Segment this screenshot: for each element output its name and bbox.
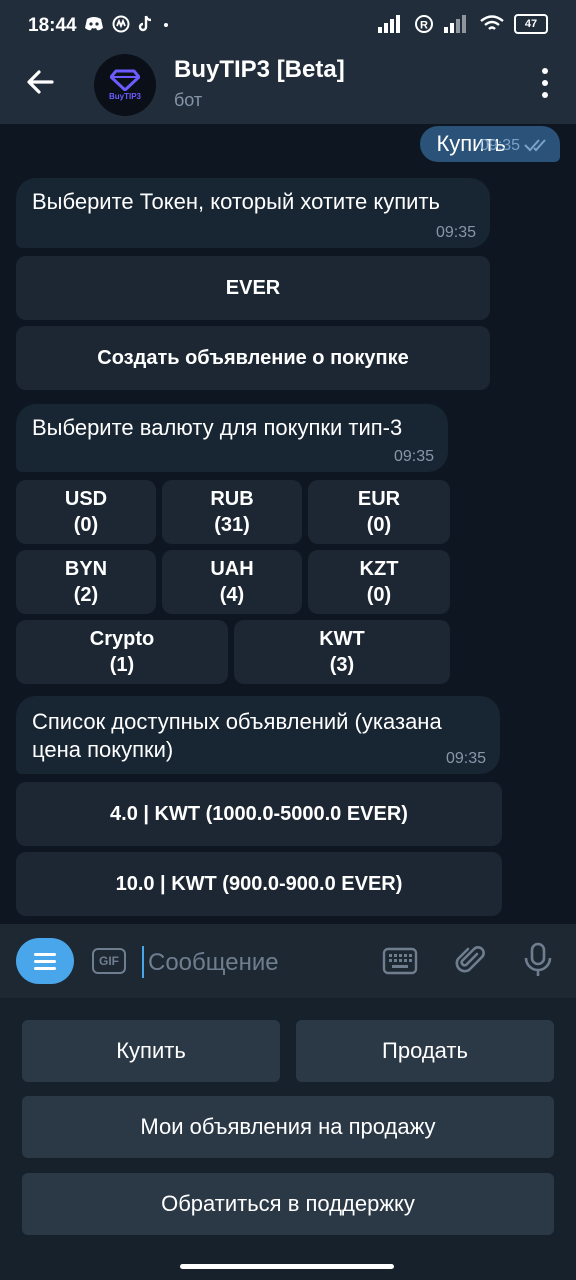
reply-button-my-sell-ads[interactable]: Мои объявления на продажу: [22, 1096, 554, 1158]
currency-code: RUB: [210, 488, 254, 510]
back-arrow-icon[interactable]: [22, 64, 58, 100]
microphone-icon[interactable]: [518, 940, 558, 980]
inline-button-currency-kwt[interactable]: KWT (3): [234, 620, 450, 684]
status-time: 18:44: [28, 15, 77, 36]
battery-icon: 47: [514, 14, 548, 34]
registered-icon: R: [415, 15, 433, 33]
attach-icon[interactable]: [452, 942, 488, 978]
wifi-icon: [480, 15, 504, 30]
inline-button-currency-rub[interactable]: RUB (31): [162, 480, 302, 544]
message-text: Выберите Токен, который хотите купить: [32, 189, 441, 214]
currency-count: (4): [219, 584, 245, 606]
more-menu-icon[interactable]: [540, 68, 550, 98]
double-check-icon: [524, 139, 546, 152]
message-time: 09:35: [445, 750, 486, 767]
inline-button-ever[interactable]: EVER: [16, 256, 490, 320]
reply-button-buy[interactable]: Купить: [22, 1020, 280, 1082]
message-input-bar: GIF: [0, 924, 576, 998]
diamond-logo-icon: [110, 69, 140, 91]
incoming-message[interactable]: Список доступных объявлений (указана цен…: [16, 696, 500, 774]
gif-icon[interactable]: GIF: [92, 948, 126, 974]
inline-button-currency-crypto[interactable]: Crypto (1): [16, 620, 228, 684]
currency-code: Crypto: [89, 628, 155, 650]
dot-icon: [164, 23, 168, 27]
currency-count: (2): [73, 584, 99, 606]
currency-count: (0): [366, 514, 392, 536]
status-notification-icons: [84, 15, 170, 33]
currency-code: KZT: [359, 558, 399, 580]
message-input[interactable]: [146, 942, 370, 984]
inline-button-currency-kzt[interactable]: KZT (0): [308, 550, 450, 614]
inline-button-currency-byn[interactable]: BYN (2): [16, 550, 156, 614]
avatar-logo-text: BuyTIP3: [108, 92, 141, 101]
incoming-message[interactable]: Выберите Токен, который хотите купить 09…: [16, 178, 490, 248]
inline-button-currency-uah[interactable]: UAH (4): [162, 550, 302, 614]
message-text: Список доступных объявлений (указана цен…: [32, 709, 442, 762]
tiktok-icon: [138, 15, 152, 32]
inline-button-currency-usd[interactable]: USD (0): [16, 480, 156, 544]
reply-button-support[interactable]: Обратиться в поддержку: [22, 1173, 554, 1235]
currency-count: (0): [73, 514, 99, 536]
inline-button-create-buy-ad[interactable]: Создать объявление о покупке: [16, 326, 490, 390]
avatar[interactable]: BuyTIP3: [94, 54, 156, 116]
incoming-message[interactable]: Выберите валюту для покупки тип-3 09:35: [16, 404, 448, 472]
currency-code: USD: [64, 488, 108, 510]
text-caret: [142, 946, 144, 978]
outgoing-message[interactable]: Купить 09:35: [420, 126, 560, 162]
message-time: 09:35: [393, 448, 434, 465]
currency-code: BYN: [64, 558, 108, 580]
currency-code: UAH: [210, 558, 254, 580]
inline-button-currency-eur[interactable]: EUR (0): [308, 480, 450, 544]
bot-menu-button[interactable]: [16, 938, 74, 984]
gesture-nav-bar[interactable]: [180, 1264, 394, 1269]
signal-icon: [378, 15, 400, 33]
keyboard-icon[interactable]: [382, 946, 418, 976]
top-bar: 18:44 R 47 BuyTIP3 BuyTIP3 [Beta] бот: [0, 0, 576, 124]
currency-count: (3): [329, 654, 355, 676]
currency-code: EUR: [357, 488, 401, 510]
inline-button-offer[interactable]: 4.0 | KWT (1000.0-5000.0 EVER): [16, 782, 502, 846]
status-bar: 18:44 R 47: [0, 0, 576, 54]
message-time: 09:35: [435, 224, 476, 241]
chat-subtitle: бот: [174, 90, 203, 110]
chat-title[interactable]: BuyTIP3 [Beta]: [174, 56, 345, 84]
reply-keyboard: Купить Продать Мои объявления на продажу…: [0, 998, 576, 1280]
discord-icon: [85, 17, 103, 31]
status-system-icons: R 47: [378, 14, 548, 34]
currency-count: (1): [109, 654, 135, 676]
chat-area[interactable]: Купить 09:35 Выберите Токен, который хот…: [0, 124, 576, 924]
message-text: Выберите валюту для покупки тип-3: [32, 415, 403, 440]
coinmarket-icon: [112, 15, 130, 33]
currency-count: (0): [366, 584, 392, 606]
reply-button-sell[interactable]: Продать: [296, 1020, 554, 1082]
currency-code: KWT: [319, 628, 365, 650]
svg-text:R: R: [420, 20, 428, 32]
message-time: 09:35: [479, 137, 520, 154]
inline-button-offer[interactable]: 10.0 | KWT (900.0-900.0 EVER): [16, 852, 502, 916]
currency-count: (31): [214, 514, 250, 536]
signal-2-icon: [444, 15, 466, 33]
